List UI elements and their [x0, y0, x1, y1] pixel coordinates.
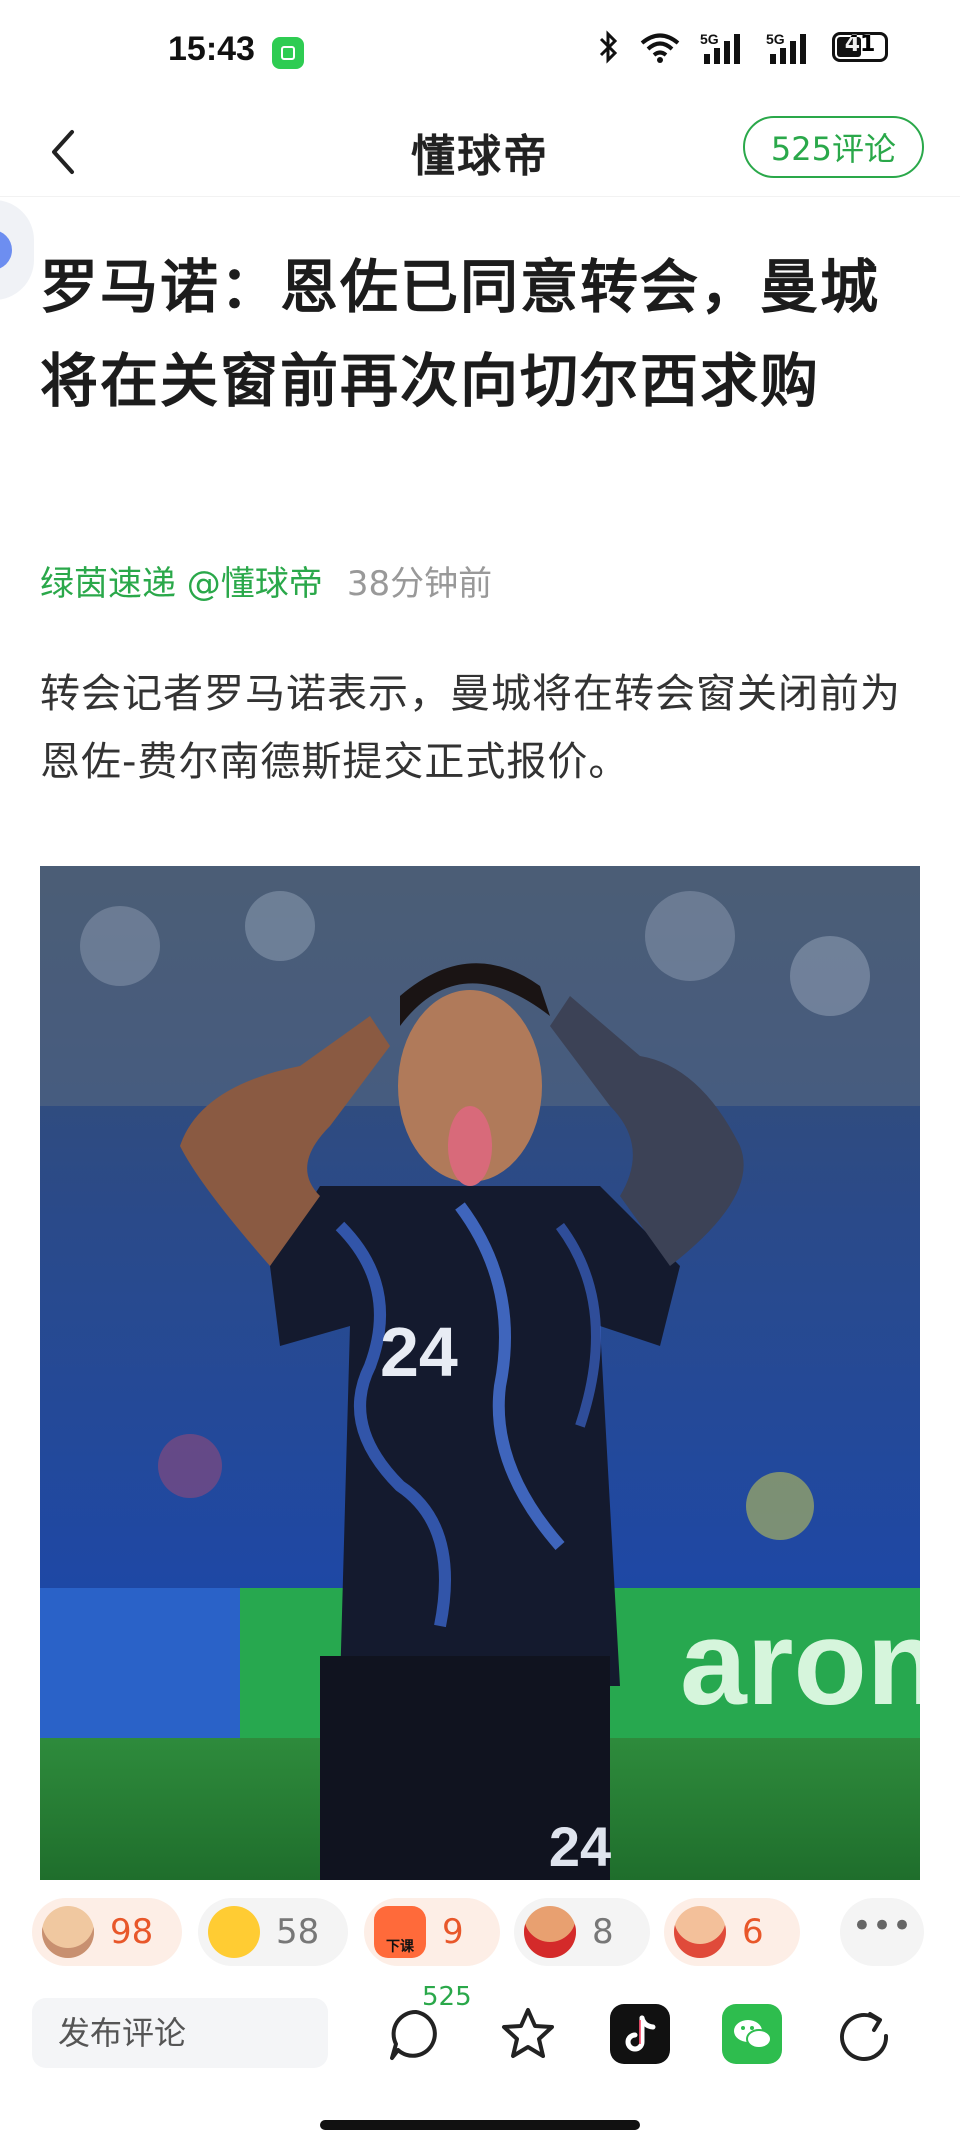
signal-icon-1: 5G	[700, 30, 748, 64]
status-icons: 5G 5G 41	[598, 30, 888, 64]
tiktok-share-icon[interactable]	[610, 2004, 670, 2064]
app-notification-icon	[272, 37, 304, 69]
bald-man-face-icon	[42, 1906, 94, 1958]
article-source[interactable]: 绿茵速递 @懂球帝	[40, 564, 323, 604]
bluetooth-icon	[598, 30, 620, 64]
battery-level: 41	[844, 32, 876, 57]
facepalm-man-icon	[674, 1906, 726, 1958]
reaction-5[interactable]: 6	[664, 1898, 800, 1966]
laughing-tears-emoji-icon	[208, 1906, 260, 1958]
reaction-count: 58	[276, 1912, 320, 1952]
reactions-bar: 98 58 下课 9 8 6 •••	[0, 1884, 960, 1988]
star-favorite-icon[interactable]	[498, 2004, 558, 2064]
reaction-count: 9	[442, 1912, 464, 1952]
wechat-share-icon[interactable]	[722, 2004, 782, 2064]
reaction-1[interactable]: 98	[32, 1898, 182, 1966]
reaction-2[interactable]: 58	[198, 1898, 348, 1966]
share-forward-icon[interactable]	[834, 2004, 894, 2064]
reaction-count: 8	[592, 1912, 614, 1952]
status-bar: 15:43 5G 5G 41	[0, 0, 960, 110]
nav-bar: 懂球帝 525评论	[0, 110, 960, 197]
bottom-toolbar: 发布评论 525	[0, 1982, 960, 2144]
article-time: 38分钟前	[346, 564, 493, 604]
comments-count-button[interactable]: 525评论	[742, 116, 924, 178]
more-dots-icon: •••	[851, 1906, 913, 1946]
reaction-4[interactable]: 8	[514, 1898, 650, 1966]
reaction-3[interactable]: 下课 9	[364, 1898, 500, 1966]
red-jersey-man-icon	[524, 1906, 576, 1958]
article-headline: 罗马诺：恩佐已同意转会，曼城将在关窗前再次向切尔西求购	[40, 253, 881, 415]
reaction-count: 98	[110, 1912, 154, 1952]
status-time: 15:43	[168, 30, 255, 68]
reaction-count: 6	[742, 1912, 764, 1952]
network-label-2: 5G	[766, 31, 785, 47]
battery-icon: 41	[832, 32, 888, 62]
shorts-number: 24	[549, 1815, 611, 1878]
signal-icon-2: 5G	[766, 30, 814, 64]
reaction-tag: 下课	[386, 1939, 414, 1955]
article-body: 转会记者罗马诺表示，曼城将在转会窗关闭前为恩佐-费尔南德斯提交正式报价。	[40, 671, 901, 785]
home-indicator[interactable]	[320, 2120, 640, 2130]
network-label-1: 5G	[700, 31, 719, 47]
board-text: aron	[680, 1596, 920, 1730]
floating-side-tab[interactable]	[0, 200, 34, 300]
comment-count-badge: 525	[422, 1982, 472, 2012]
wifi-icon	[638, 30, 682, 64]
angry-class-dismissed-icon: 下课	[374, 1906, 426, 1958]
article-photo[interactable]: aron 24 24	[40, 866, 920, 1880]
jersey-number: 24	[380, 1313, 458, 1391]
more-reactions-button[interactable]: •••	[840, 1898, 924, 1966]
article-byline: 绿茵速递 @懂球帝 38分钟前	[40, 556, 492, 605]
comment-bubble-icon[interactable]	[386, 2004, 446, 2064]
comment-input[interactable]: 发布评论	[32, 1998, 328, 2068]
